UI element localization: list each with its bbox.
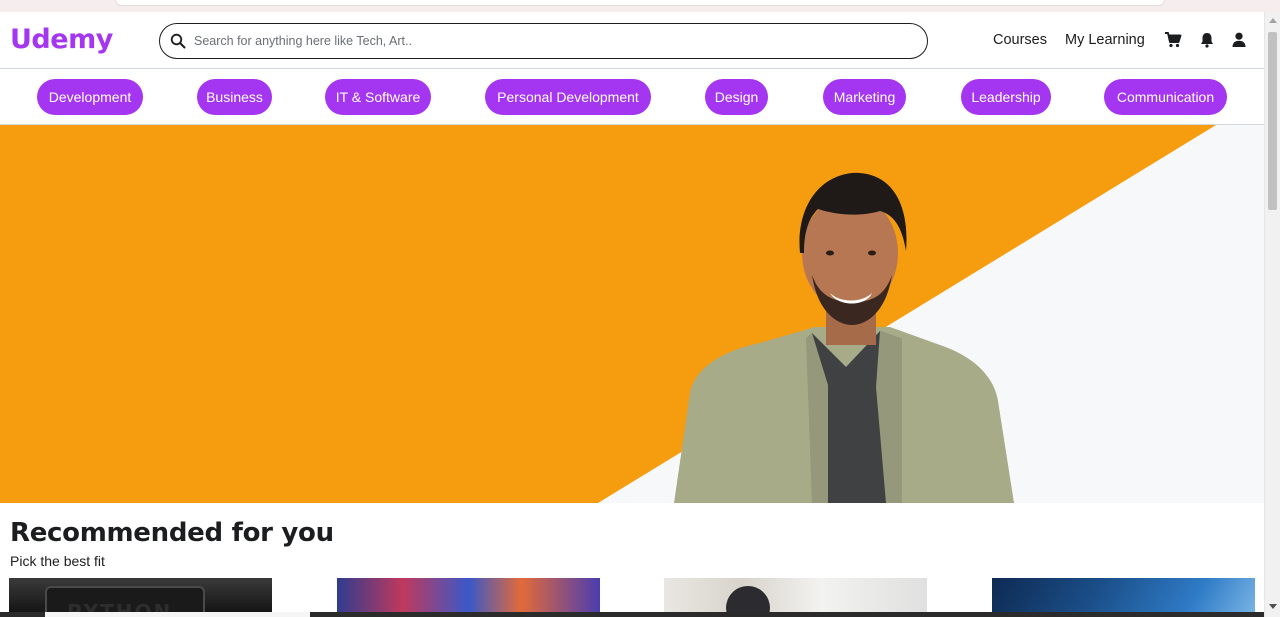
scroll-thumb[interactable] <box>1268 32 1277 210</box>
nav-my-learning-link[interactable]: My Learning <box>1065 32 1145 48</box>
udemy-logo[interactable]: Udemy <box>10 24 113 55</box>
horizontal-scroll-thumb[interactable] <box>45 612 310 617</box>
category-leadership[interactable]: Leadership <box>961 79 1051 115</box>
scroll-down-arrow-icon[interactable] <box>1269 604 1277 609</box>
category-communication[interactable]: Communication <box>1104 79 1227 115</box>
category-design[interactable]: Design <box>705 79 768 115</box>
category-personal-development[interactable]: Personal Development <box>485 79 651 115</box>
category-marketing[interactable]: Marketing <box>823 79 906 115</box>
hero-graphic <box>0 125 1216 503</box>
recommended-title: Recommended for you <box>10 518 334 548</box>
hero-orange-shape <box>0 125 1216 503</box>
recommended-subtitle: Pick the best fit <box>10 553 105 569</box>
search-input[interactable] <box>194 30 894 52</box>
nav-courses-link[interactable]: Courses <box>993 32 1047 48</box>
category-business[interactable]: Business <box>197 79 272 115</box>
search-bar[interactable] <box>159 23 928 59</box>
browser-address-bar-edge <box>115 0 1165 6</box>
page: Udemy Courses My Learning Development B <box>0 12 1264 617</box>
search-icon[interactable] <box>170 33 186 49</box>
vertical-scrollbar[interactable] <box>1264 12 1280 617</box>
user-icon[interactable] <box>1230 31 1248 49</box>
bell-icon[interactable] <box>1198 31 1216 49</box>
hero-banner <box>0 125 1264 503</box>
category-it-software[interactable]: IT & Software <box>325 79 431 115</box>
category-bar: Development Business IT & Software Perso… <box>0 69 1264 125</box>
horizontal-scrollbar[interactable] <box>0 612 1264 617</box>
site-header: Udemy Courses My Learning <box>0 12 1264 69</box>
scroll-up-arrow-icon[interactable] <box>1269 18 1277 23</box>
cart-icon[interactable] <box>1164 31 1182 49</box>
category-development[interactable]: Development <box>37 79 143 115</box>
browser-chrome-strip <box>0 0 1280 12</box>
